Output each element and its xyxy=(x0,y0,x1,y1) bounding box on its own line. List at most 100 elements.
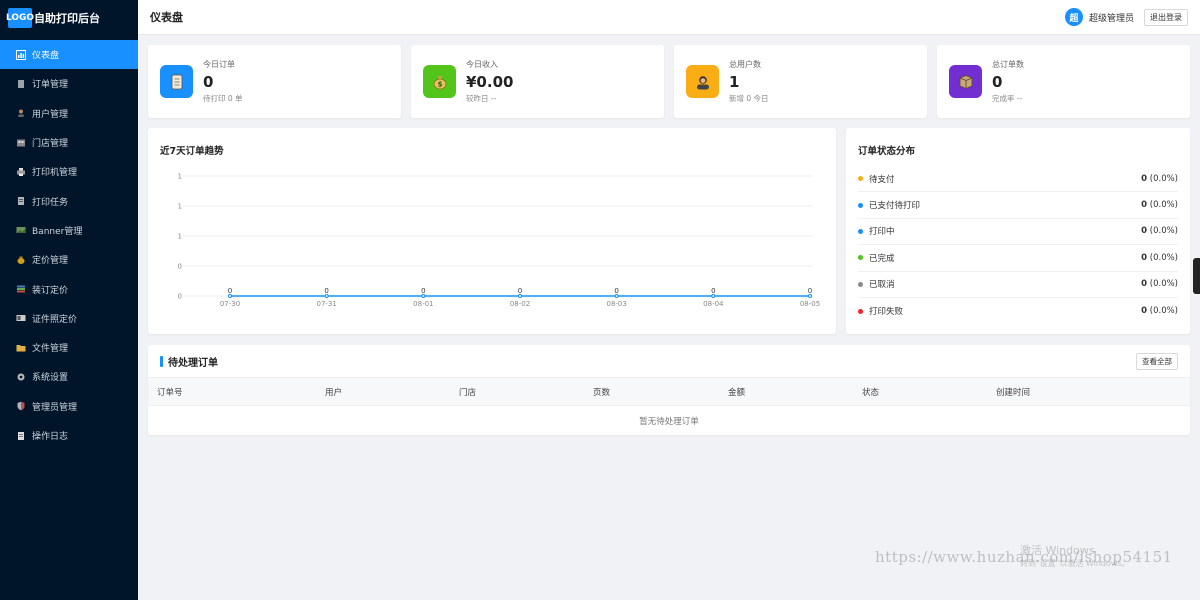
sidebar-item-4[interactable]: 打印机管理 xyxy=(0,157,138,186)
sidebar-item-10[interactable]: 文件管理 xyxy=(0,333,138,362)
sidebar-item-label: 证件照定价 xyxy=(32,314,78,325)
status-count: 0 (0.0%) xyxy=(1141,253,1178,263)
sidebar-item-label: 门店管理 xyxy=(32,139,69,150)
sidebar-item-3[interactable]: 门店管理 xyxy=(0,128,138,157)
status-label: 已支付待打印 xyxy=(869,201,921,212)
stat-value: 0 xyxy=(992,73,1003,91)
logo: LOGO xyxy=(6,7,34,28)
sidebar-item-8[interactable]: 装订定价 xyxy=(0,274,138,303)
y-tick-label: 1 xyxy=(178,173,182,181)
column-header[interactable]: 页数 xyxy=(593,386,610,398)
x-tick-label: 07-31 xyxy=(316,300,336,308)
data-point[interactable] xyxy=(228,294,232,298)
data-label: 0 xyxy=(324,287,328,295)
trend-chart-card: 近7天订单趋势 1 1 1 0 0 07-30 0 07-31 0 08-01 0 08-02 0 08-… xyxy=(148,128,836,334)
sidebar-item-label: 用户管理 xyxy=(32,109,69,120)
x-tick-label: 08-01 xyxy=(413,300,433,308)
x-tick-label: 08-02 xyxy=(510,300,530,308)
brand: LOGO 自助打印后台 xyxy=(0,0,138,35)
sidebar-item-11[interactable]: 系统设置 xyxy=(0,362,138,391)
status-percent: (0.0%) xyxy=(1149,279,1178,290)
stat-label: 今日订单 xyxy=(203,60,235,69)
pending-orders-title: 待处理订单 xyxy=(168,357,218,369)
page-title: 仪表盘 xyxy=(150,11,183,24)
sidebar-item-label: 打印任务 xyxy=(32,197,69,208)
status-distribution-title: 订单状态分布 xyxy=(858,146,916,157)
status-distribution-card: 订单状态分布 待支付 0 (0.0%) 已支付待打印 0 (0.0%) 打印中 0 (0.… xyxy=(846,128,1190,334)
id-photo-icon xyxy=(16,313,26,323)
status-percent: (0.0%) xyxy=(1149,200,1178,211)
empty-state: 暂无待处理订单 xyxy=(639,416,699,427)
admin-name[interactable]: 超级管理员 xyxy=(1089,11,1134,24)
gear-icon xyxy=(16,372,26,382)
data-point[interactable] xyxy=(324,294,329,298)
data-point[interactable] xyxy=(518,294,522,298)
sidebar-item-5[interactable]: 打印任务 xyxy=(0,186,138,215)
sidebar-item-2[interactable]: 用户管理 xyxy=(0,99,138,128)
status-label: 待支付 xyxy=(869,174,895,185)
column-header[interactable]: 订单号 xyxy=(157,386,183,398)
stat-subtext: 较昨日 -- xyxy=(466,94,497,103)
header-user-area: 超 超级管理员 退出登录 xyxy=(1064,8,1188,26)
stat-value: 1 xyxy=(729,73,740,91)
sidebar-item-13[interactable]: 操作日志 xyxy=(0,421,138,450)
trend-chart: 1 1 1 0 0 07-30 0 07-31 0 08-01 0 08-02 0 08-03 0 08-04… xyxy=(178,173,821,309)
sidebar-item-label: 系统设置 xyxy=(32,373,69,384)
column-header[interactable]: 创建时间 xyxy=(996,386,1030,398)
status-row: 打印中 0 (0.0%) xyxy=(858,219,1178,246)
sidebar-item-6[interactable]: Banner管理 xyxy=(0,216,138,245)
stat-body: 今日订单 0 待打印 0 单 xyxy=(203,59,243,104)
column-header[interactable]: 金额 xyxy=(728,386,745,398)
floating-side-tab[interactable] xyxy=(1193,258,1200,294)
x-tick-label: 08-04 xyxy=(703,300,724,308)
data-point[interactable] xyxy=(711,294,716,298)
data-point[interactable] xyxy=(421,294,426,298)
status-dot xyxy=(858,308,863,314)
status-count-value: 0 xyxy=(1141,279,1148,290)
user-icon xyxy=(16,108,26,118)
stat-body: 总订单数 0 完成率 -- xyxy=(992,59,1024,104)
logout-button[interactable]: 退出登录 xyxy=(1144,8,1188,26)
stat-subtext: 新增 0 今日 xyxy=(729,94,769,103)
sidebar: LOGO 自助打印后台 仪表盘 订单管理用户管理门店管理打印机管理打印任务 Bann… xyxy=(0,0,138,600)
status-label: 已取消 xyxy=(869,280,895,291)
sidebar-item-label: 装订定价 xyxy=(32,285,69,296)
dashboard-icon xyxy=(16,49,26,60)
stat-label: 总订单数 xyxy=(992,60,1024,69)
sidebar-item-1[interactable]: 订单管理 xyxy=(0,69,138,98)
pending-orders-card: 待处理订单 查看全部 订单号 用户 门店 页数 金额 状态 创建时间 暂无待处理订单 xyxy=(148,345,1190,435)
log-icon xyxy=(16,431,26,441)
column-header[interactable]: 状态 xyxy=(862,386,879,398)
sidebar-item-label: 打印机管理 xyxy=(32,168,78,179)
sidebar-item-label: Banner管理 xyxy=(32,226,83,237)
sidebar-item-9[interactable]: 证件照定价 xyxy=(0,304,138,333)
column-header[interactable]: 用户 xyxy=(325,386,342,398)
stat-label: 总用户数 xyxy=(729,60,761,69)
title-accent-bar xyxy=(160,355,163,367)
site-watermark: https://www.huzhan.com/ishop54151 xyxy=(875,548,1173,566)
stat-card-2: 总用户数 1 新增 0 今日 xyxy=(674,45,927,118)
data-point[interactable] xyxy=(614,294,619,298)
price-icon xyxy=(16,255,26,265)
stat-card-0: 今日订单 0 待打印 0 单 xyxy=(148,45,401,118)
sidebar-item-7[interactable]: 定价管理 xyxy=(0,245,138,274)
status-dot xyxy=(858,281,863,287)
stat-card-1: $ 今日收入 ¥0.00 较昨日 -- xyxy=(411,45,664,118)
avatar[interactable]: 超 xyxy=(1064,8,1083,26)
sidebar-item-0[interactable]: 仪表盘 xyxy=(0,40,138,70)
data-label: 0 xyxy=(711,287,715,295)
sidebar-item-12[interactable]: 管理员管理 xyxy=(0,392,138,421)
package-icon xyxy=(949,65,982,98)
column-header[interactable]: 门店 xyxy=(459,386,476,398)
sidebar-item-label: 操作日志 xyxy=(32,432,69,442)
brand-title: 自助打印后台 xyxy=(34,11,100,25)
status-count: 0 (0.0%) xyxy=(1141,306,1178,316)
view-all-button[interactable]: 查看全部 xyxy=(1136,352,1178,370)
stat-subtext: 待打印 0 单 xyxy=(203,94,243,103)
data-label: 0 xyxy=(808,287,812,295)
data-label: 0 xyxy=(614,287,618,295)
status-count: 0 (0.0%) xyxy=(1141,200,1178,210)
data-point[interactable] xyxy=(808,294,812,298)
status-row: 待支付 0 (0.0%) xyxy=(858,166,1178,193)
status-percent: (0.0%) xyxy=(1149,226,1178,237)
